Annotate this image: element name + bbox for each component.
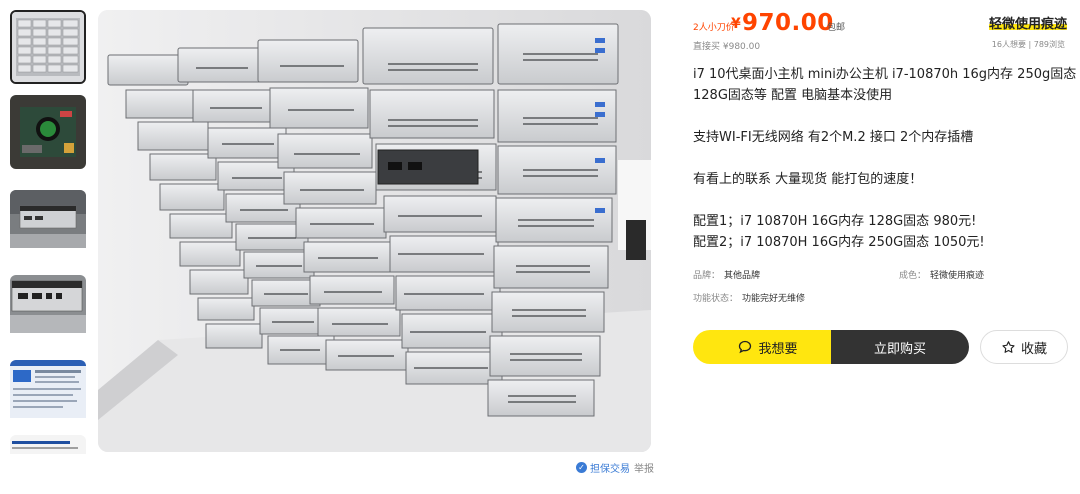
brand-label: 品牌： (693, 271, 721, 281)
thumb-screen-specs[interactable] (10, 360, 86, 434)
thumb-screen-bios[interactable] (10, 435, 86, 454)
want-button-label: 我想要 (758, 341, 798, 357)
description-line: 配置1；i7 10870H 16G内存 128G固态 980元! (693, 214, 977, 229)
mini-pc-front-thumbnail-image (10, 190, 86, 248)
direct-buy-price: 直接买 ¥980.00 (693, 42, 761, 52)
condition-badge-text: 轻微使用痕迹 (989, 17, 1068, 32)
buy-now-button[interactable]: 立即购买 (831, 330, 969, 364)
brand-value: 其他品牌 (724, 271, 761, 281)
description-line (693, 106, 1078, 127)
function-value: 功能完好无维修 (742, 294, 806, 304)
group-cut-label: 2人小刀价 (693, 23, 735, 33)
screen-bios-thumbnail-image (10, 435, 86, 454)
condition-value: 轻微使用痕迹 (930, 271, 985, 281)
guarantee-link[interactable]: ✓ 担保交易 (576, 460, 630, 475)
brand-attribute: 品牌： 其他品牌 (693, 268, 760, 281)
currency-symbol: ¥ (731, 16, 741, 32)
function-label: 功能状态： (693, 294, 739, 304)
description-line: 有看上的联系 大量现货 能打包的速度！ (693, 172, 923, 187)
product-card: ✓ 担保交易 举报 2人小刀价 ¥ 970.00 包邮 轻微使用痕迹 直接买 ¥… (0, 0, 1080, 494)
stacked-mini-pcs-photo (98, 10, 651, 452)
thumb-mini-pc-front[interactable] (10, 190, 86, 264)
favorite-label: 收藏 (1020, 341, 1047, 357)
want-button[interactable]: 我想要 (693, 330, 843, 364)
thumb-mini-pc-ports[interactable] (10, 275, 86, 349)
description-line (693, 148, 1078, 169)
condition-badge: 轻微使用痕迹 (989, 13, 1068, 32)
guarantee-label: 担保交易 (590, 464, 630, 475)
chat-bubble-icon (739, 340, 752, 354)
star-icon (1002, 340, 1015, 353)
page: ✓ 担保交易 举报 2人小刀价 ¥ 970.00 包邮 轻微使用痕迹 直接买 ¥… (0, 0, 1080, 494)
description-line: i7 10代桌面小主机 mini办公主机 i7-10870h 16g内存 250… (693, 67, 1077, 103)
buy-now-label: 立即购买 (873, 341, 926, 357)
motherboard-thumbnail-image (10, 95, 86, 169)
want-view-stats: 16人想要 | 789浏览 (991, 40, 1065, 49)
screen-specs-thumbnail-image (10, 360, 86, 418)
condition-label: 成色： (899, 271, 927, 281)
stacked-mini-pcs-thumbnail-image (12, 12, 84, 82)
main-product-image[interactable] (98, 10, 651, 452)
favorite-button[interactable]: 收藏 (980, 330, 1068, 364)
description-line (693, 190, 1078, 211)
thumb-motherboard[interactable] (10, 95, 86, 169)
price-row: 2人小刀价 ¥ 970.00 包邮 轻微使用痕迹 (693, 10, 1073, 38)
function-attribute: 功能状态： 功能完好无维修 (693, 291, 805, 304)
mini-pc-ports-thumbnail-image (10, 275, 86, 333)
shield-check-icon: ✓ (576, 462, 587, 473)
thumb-stacked-mini-pcs[interactable] (10, 10, 86, 84)
description-line: 支持WI-FI无线网络 有2个M.2 接口 2个内存插槽 (693, 130, 974, 145)
report-link[interactable]: 举报 (634, 460, 654, 475)
thumbnail-list[interactable] (10, 10, 88, 454)
description-line: 配置2；i7 10870H 16G内存 250G固态 1050元! (693, 235, 985, 250)
condition-attribute: 成色： 轻微使用痕迹 (899, 268, 984, 281)
price-amount: 970.00 (742, 10, 834, 36)
free-shipping-label: 包邮 (827, 23, 846, 33)
product-description: i7 10代桌面小主机 mini办公主机 i7-10870h 16g内存 250… (693, 64, 1078, 253)
